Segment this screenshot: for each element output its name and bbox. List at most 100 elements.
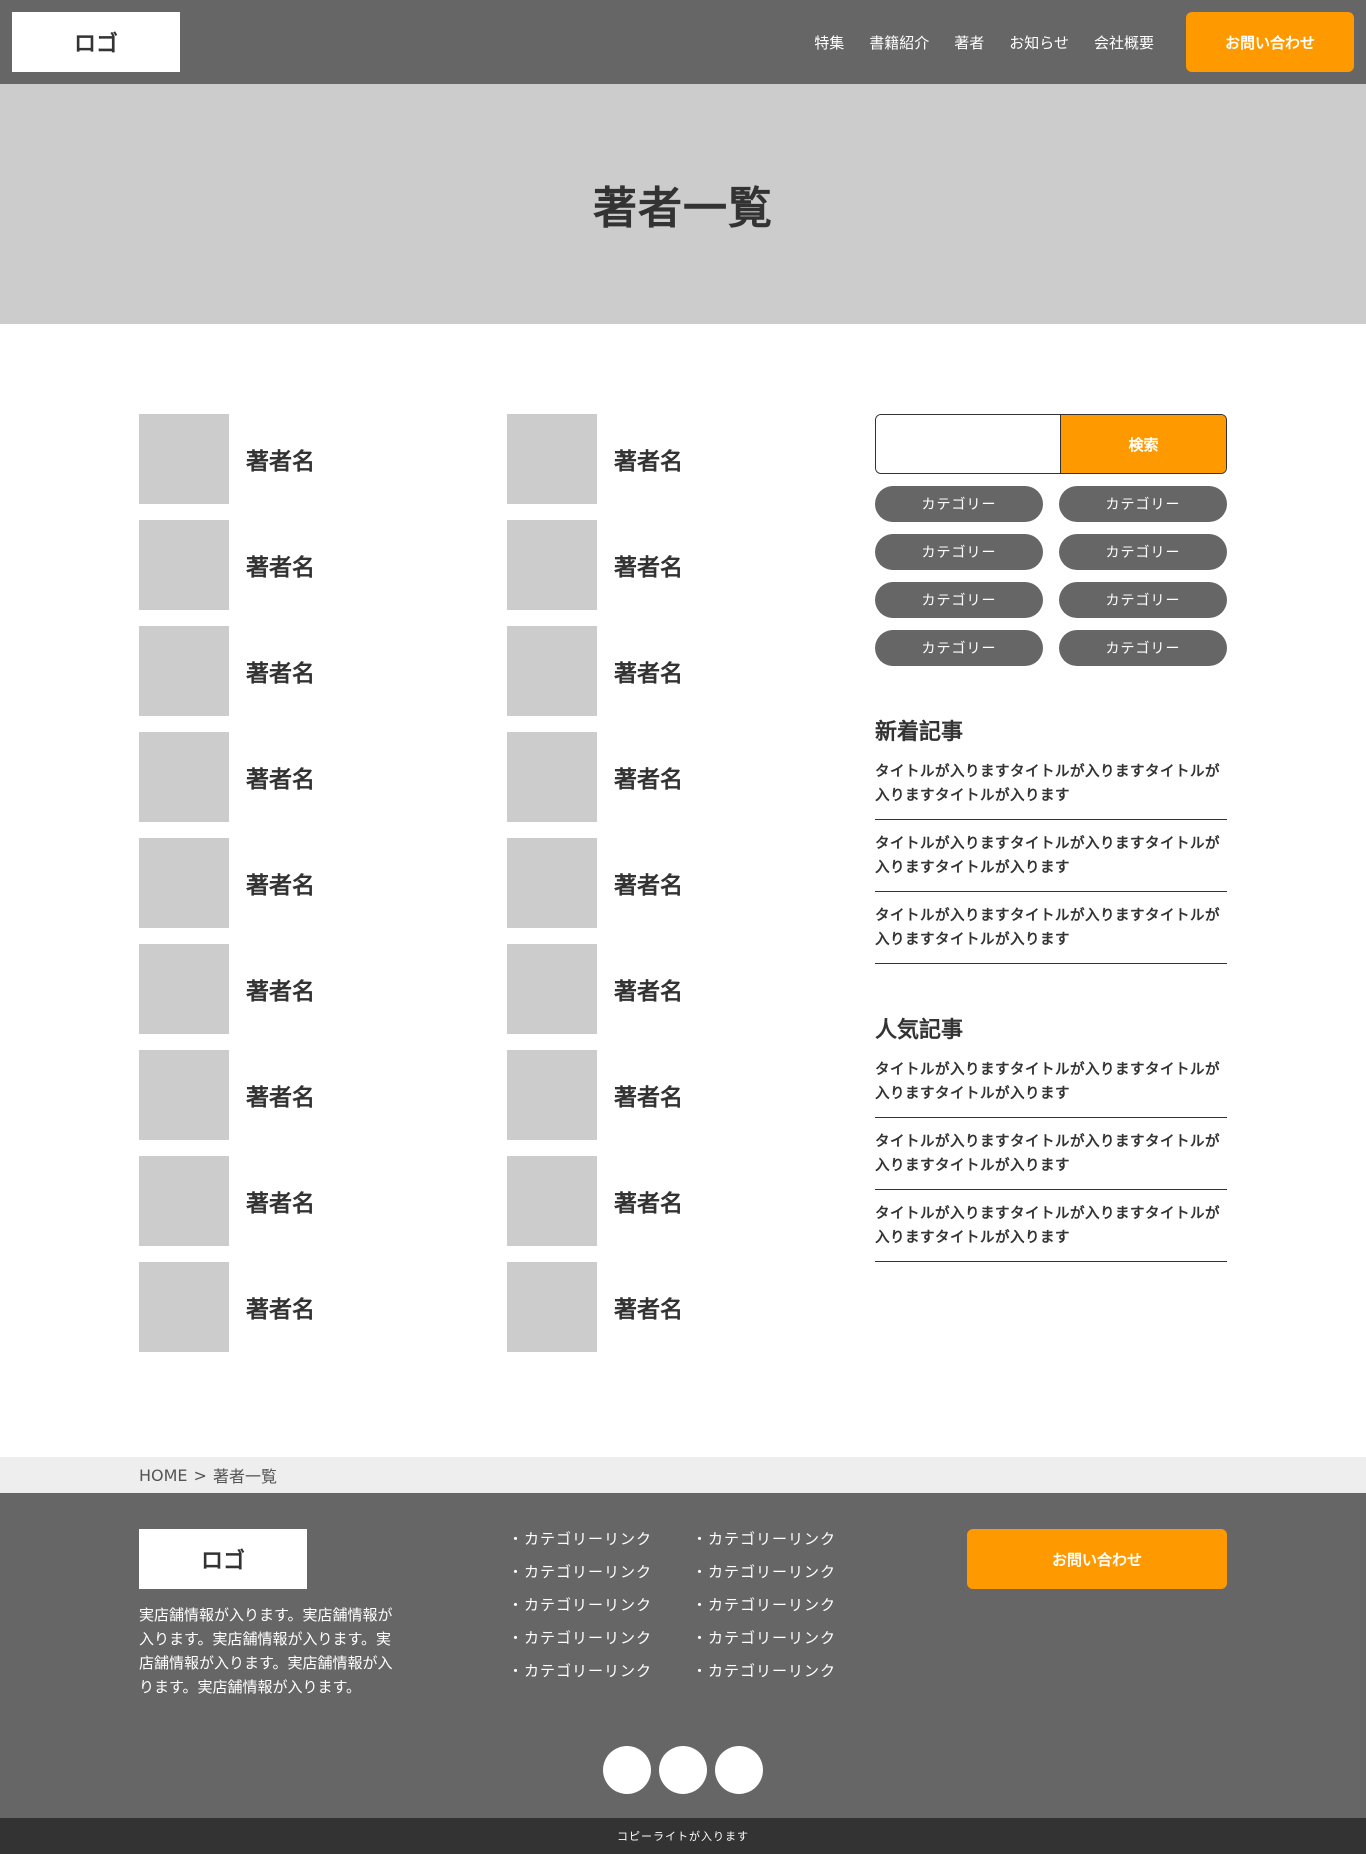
popular-article-link[interactable]: タイトルが入りますタイトルが入りますタイトルが入りますタイトルが入ります	[875, 1202, 1227, 1262]
author-name: 著者名	[246, 555, 315, 581]
popular-article-link[interactable]: タイトルが入りますタイトルが入りますタイトルが入りますタイトルが入ります	[875, 1058, 1227, 1118]
author-thumbnail	[507, 520, 597, 610]
author-card[interactable]: 著者名	[507, 414, 807, 504]
site-header: ロゴ 特集 書籍紹介 著者 お知らせ 会社概要 お問い合わせ	[0, 0, 1366, 84]
category-tag[interactable]: カテゴリー	[1059, 534, 1227, 570]
author-name: 著者名	[614, 1191, 683, 1217]
popular-articles-heading: 人気記事	[875, 1018, 964, 1043]
author-card[interactable]: 著者名	[139, 1156, 439, 1246]
author-thumbnail	[507, 732, 597, 822]
header-contact-button[interactable]: お問い合わせ	[1186, 12, 1354, 72]
author-thumbnail	[507, 1156, 597, 1246]
breadcrumb-current: 著者一覧	[212, 1467, 277, 1486]
logo[interactable]: ロゴ	[12, 12, 180, 72]
author-thumbnail	[507, 414, 597, 504]
author-thumbnail	[139, 1156, 229, 1246]
author-card[interactable]: 著者名	[507, 1156, 807, 1246]
author-card[interactable]: 著者名	[139, 414, 439, 504]
page-hero: 著者一覧	[0, 84, 1366, 324]
footer-category-link[interactable]: ・カテゴリーリンク	[508, 1589, 692, 1622]
footer-category-link[interactable]: ・カテゴリーリンク	[692, 1589, 876, 1622]
author-name: 著者名	[246, 767, 315, 793]
footer-category-link[interactable]: ・カテゴリーリンク	[692, 1622, 876, 1655]
author-thumbnail	[139, 414, 229, 504]
author-thumbnail	[507, 1262, 597, 1352]
footer-category-link[interactable]: ・カテゴリーリンク	[692, 1655, 876, 1688]
author-card[interactable]: 著者名	[139, 626, 439, 716]
nav-item-feature[interactable]: 特集	[814, 32, 844, 53]
new-article-link[interactable]: タイトルが入りますタイトルが入りますタイトルが入りますタイトルが入ります	[875, 832, 1227, 892]
new-article-link[interactable]: タイトルが入りますタイトルが入りますタイトルが入りますタイトルが入ります	[875, 904, 1227, 964]
author-thumbnail	[139, 838, 229, 928]
author-card[interactable]: 著者名	[507, 1050, 807, 1140]
footer-category-link[interactable]: ・カテゴリーリンク	[508, 1655, 692, 1688]
nav-item-authors[interactable]: 著者	[954, 32, 984, 53]
breadcrumb-bar: HOME > 著者一覧	[0, 1457, 1366, 1493]
author-card[interactable]: 著者名	[507, 732, 807, 822]
author-name: 著者名	[614, 979, 683, 1005]
author-thumbnail	[139, 732, 229, 822]
search-form: 検索	[875, 414, 1227, 474]
author-name: 著者名	[614, 873, 683, 899]
category-tags: カテゴリー カテゴリー カテゴリー カテゴリー カテゴリー カテゴリー カテゴリ…	[875, 486, 1227, 666]
page-title: 著者一覧	[593, 183, 773, 234]
author-card[interactable]: 著者名	[139, 732, 439, 822]
nav-item-company[interactable]: 会社概要	[1094, 32, 1154, 53]
breadcrumb-separator: >	[193, 1465, 207, 1485]
author-card[interactable]: 著者名	[139, 838, 439, 928]
category-tag[interactable]: カテゴリー	[1059, 486, 1227, 522]
author-name: 著者名	[614, 661, 683, 687]
author-card[interactable]: 著者名	[139, 944, 439, 1034]
author-card[interactable]: 著者名	[507, 626, 807, 716]
author-card[interactable]: 著者名	[139, 1262, 439, 1352]
author-card[interactable]: 著者名	[507, 1262, 807, 1352]
category-tag[interactable]: カテゴリー	[875, 486, 1043, 522]
footer-category-link[interactable]: ・カテゴリーリンク	[692, 1556, 876, 1589]
category-tag[interactable]: カテゴリー	[875, 582, 1043, 618]
nav-item-news[interactable]: お知らせ	[1009, 32, 1069, 53]
category-tag[interactable]: カテゴリー	[875, 534, 1043, 570]
popular-article-link[interactable]: タイトルが入りますタイトルが入りますタイトルが入りますタイトルが入ります	[875, 1130, 1227, 1190]
search-input[interactable]	[876, 415, 1060, 473]
footer-category-link[interactable]: ・カテゴリーリンク	[508, 1523, 692, 1556]
new-article-link[interactable]: タイトルが入りますタイトルが入りますタイトルが入りますタイトルが入ります	[875, 760, 1227, 820]
social-icon[interactable]	[603, 1746, 651, 1794]
author-name: 著者名	[614, 1085, 683, 1111]
author-card[interactable]: 著者名	[507, 838, 807, 928]
footer-category-link[interactable]: ・カテゴリーリンク	[692, 1523, 876, 1556]
new-articles-heading: 新着記事	[875, 720, 964, 745]
category-tag[interactable]: カテゴリー	[875, 630, 1043, 666]
social-icon[interactable]	[715, 1746, 763, 1794]
footer-category-link[interactable]: ・カテゴリーリンク	[508, 1556, 692, 1589]
author-name: 著者名	[246, 1085, 315, 1111]
author-card[interactable]: 著者名	[507, 520, 807, 610]
author-name: 著者名	[614, 767, 683, 793]
author-card[interactable]: 著者名	[139, 520, 439, 610]
global-nav: 特集 書籍紹介 著者 お知らせ 会社概要	[814, 0, 1154, 84]
author-thumbnail	[139, 944, 229, 1034]
store-info: 実店舗情報が入ります。実店舗情報が入ります。実店舗情報が入ります。実店舗情報が入…	[139, 1606, 393, 1696]
category-tag[interactable]: カテゴリー	[1059, 582, 1227, 618]
author-thumbnail	[139, 1262, 229, 1352]
footer-logo[interactable]: ロゴ	[139, 1529, 307, 1589]
breadcrumb: HOME > 著者一覧	[139, 1457, 277, 1493]
author-card[interactable]: 著者名	[139, 1050, 439, 1140]
footer-category-links: ・カテゴリーリンク ・カテゴリーリンク ・カテゴリーリンク ・カテゴリーリンク …	[508, 1523, 876, 1688]
author-card[interactable]: 著者名	[507, 944, 807, 1034]
search-button[interactable]: 検索	[1060, 415, 1226, 473]
author-thumbnail	[139, 520, 229, 610]
breadcrumb-home[interactable]: HOME	[139, 1466, 188, 1485]
author-name: 著者名	[246, 873, 315, 899]
footer-category-link[interactable]: ・カテゴリーリンク	[508, 1622, 692, 1655]
category-tag[interactable]: カテゴリー	[1059, 630, 1227, 666]
author-name: 著者名	[246, 1191, 315, 1217]
author-thumbnail	[139, 1050, 229, 1140]
author-thumbnail	[139, 626, 229, 716]
author-name: 著者名	[614, 1297, 683, 1323]
footer-contact-button[interactable]: お問い合わせ	[967, 1529, 1227, 1589]
author-name: 著者名	[246, 1297, 315, 1323]
author-thumbnail	[507, 626, 597, 716]
nav-item-books[interactable]: 書籍紹介	[869, 32, 929, 53]
social-icon[interactable]	[659, 1746, 707, 1794]
site-footer: ロゴ 実店舗情報が入ります。実店舗情報が入ります。実店舗情報が入ります。実店舗情…	[0, 1493, 1366, 1818]
